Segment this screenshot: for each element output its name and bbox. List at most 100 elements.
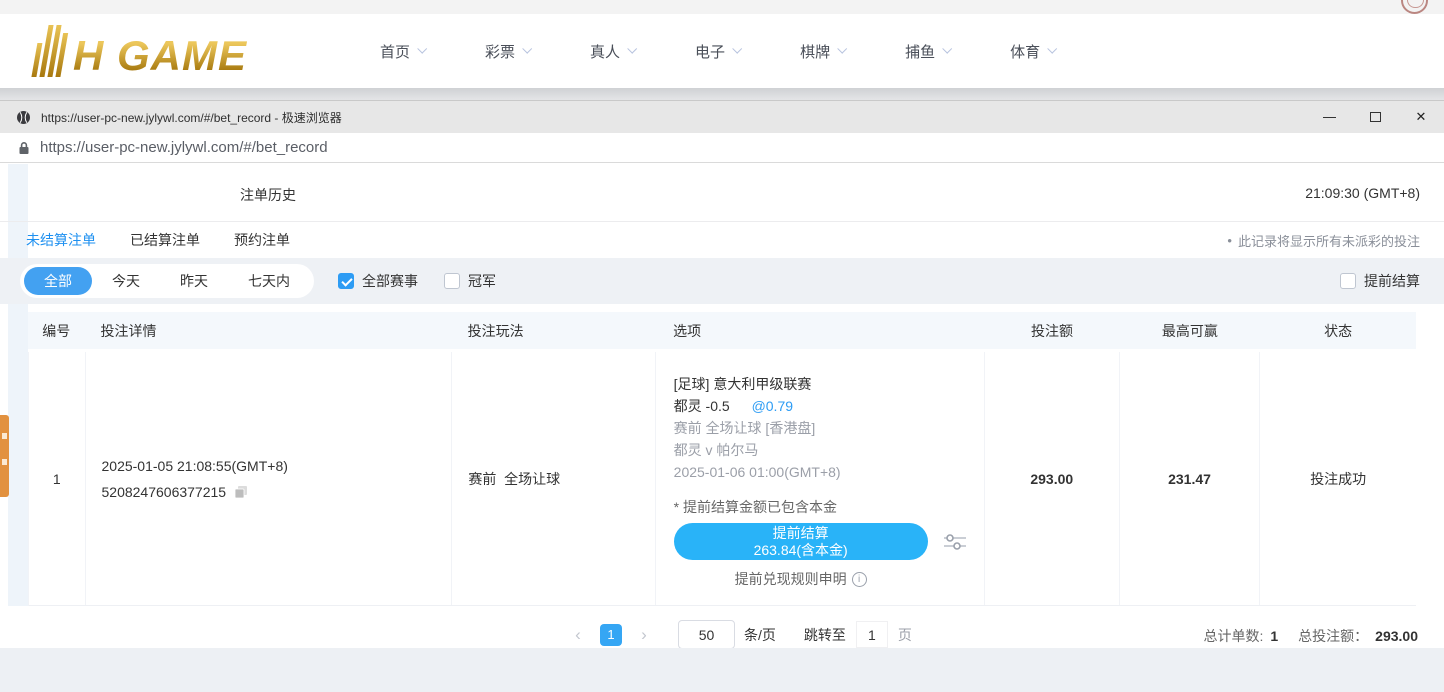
cell-selection: [足球] 意大利甲级联赛 都灵 -0.5 @0.79 赛前 全场让球 [香港盘]… — [656, 352, 985, 605]
total-stake-value: 293.00 — [1375, 628, 1418, 644]
next-page-icon[interactable]: › — [634, 624, 654, 646]
row-id: 1 — [53, 471, 61, 487]
chevron-down-icon — [1047, 43, 1057, 53]
bet-time: 2025-01-05 21:08:55(GMT+8) — [102, 453, 452, 479]
col-header-status: 状态 — [1260, 321, 1416, 341]
checkbox-unchecked-icon — [444, 273, 460, 289]
page-size-unit: 条/页 — [744, 625, 776, 645]
chevron-down-icon — [627, 43, 637, 53]
table-row: 1 2025-01-05 21:08:55(GMT+8) 52082476063… — [28, 352, 1416, 606]
checkbox-label: 提前结算 — [1364, 271, 1420, 291]
window-title: https://user-pc-new.jylywl.com/#/bet_rec… — [41, 109, 342, 126]
checkbox-early-settle[interactable]: 提前结算 — [1340, 271, 1420, 291]
logo-mark-icon — [31, 25, 69, 77]
filter-row: 全部 今天 昨天 七天内 全部赛事 冠军 提前结算 — [0, 258, 1444, 304]
cell-row-id: 1 — [29, 352, 86, 605]
nav-label: 真人 — [590, 41, 620, 62]
cashout-row: 提前结算 263.84(含本金) — [674, 523, 984, 560]
chevron-down-icon — [522, 43, 532, 53]
cashout-note: * 提前结算金额已包含本金 — [674, 496, 984, 518]
page-size-input[interactable] — [678, 620, 735, 649]
bottom-strip — [0, 648, 1444, 692]
sliders-icon[interactable] — [942, 529, 968, 555]
nav-item-fishing[interactable]: 捕鱼 — [875, 31, 980, 71]
close-icon: ✕ — [1416, 109, 1427, 125]
rules-text: 提前兑现规则申明 — [735, 569, 847, 589]
market-text: 赛前 全场让球 [香港盘] — [674, 417, 984, 439]
address-bar[interactable]: https://user-pc-new.jylywl.com/#/bet_rec… — [0, 133, 1444, 163]
page-title: 注单历史 — [240, 185, 296, 205]
cashout-button[interactable]: 提前结算 263.84(含本金) — [674, 523, 928, 560]
checkbox-label: 冠军 — [468, 271, 496, 291]
nav-item-cards[interactable]: 棋牌 — [770, 31, 875, 71]
checkbox-champion[interactable]: 冠军 — [444, 271, 496, 291]
tab-reserved[interactable]: 预约注单 — [234, 230, 290, 250]
logo-text: H GAME — [73, 35, 247, 77]
col-header-playtype: 投注玩法 — [452, 321, 655, 341]
browser-titlebar: https://user-pc-new.jylywl.com/#/bet_rec… — [0, 100, 1444, 133]
nav-item-home[interactable]: 首页 — [350, 31, 455, 71]
site-logo[interactable]: H GAME — [36, 25, 298, 77]
table-header-row: 编号 投注详情 投注玩法 选项 投注额 最高可赢 状态 — [28, 312, 1416, 349]
address-url: https://user-pc-new.jylywl.com/#/bet_rec… — [40, 139, 328, 156]
chevron-down-icon — [837, 43, 847, 53]
nav-label: 首页 — [380, 41, 410, 62]
side-floating-tab[interactable] — [0, 415, 9, 497]
jump-unit-label: 页 — [898, 625, 912, 645]
bet-number-line: 5208247606377215 — [102, 479, 452, 505]
tab-unsettled[interactable]: 未结算注单 — [26, 230, 96, 250]
checkbox-checked-icon — [338, 273, 354, 289]
nav-item-slots[interactable]: 电子 — [665, 31, 770, 71]
jump-page-input[interactable] — [856, 621, 888, 648]
pager: ‹ 1 › 条/页 跳转至 页 — [568, 620, 912, 649]
lock-icon — [18, 141, 30, 155]
nav-label: 棋牌 — [800, 41, 830, 62]
date-filter-today[interactable]: 今天 — [92, 264, 160, 298]
chevron-down-icon — [417, 43, 427, 53]
pick-text: 都灵 -0.5 — [674, 398, 730, 414]
nav-label: 体育 — [1010, 41, 1040, 62]
maximize-button[interactable] — [1352, 101, 1398, 133]
date-filter-group: 全部 今天 昨天 七天内 — [20, 264, 314, 298]
minimize-icon — [1323, 117, 1336, 118]
play-type-text: 赛前 全场让球 — [468, 469, 654, 489]
match-time: 2025-01-06 01:00(GMT+8) — [674, 461, 984, 483]
minimize-button[interactable] — [1306, 101, 1352, 133]
note-text: 此记录将显示所有未派彩的投注 — [1238, 231, 1420, 250]
cell-max-win: 231.47 — [1120, 352, 1261, 605]
maximize-icon — [1370, 112, 1381, 122]
total-count-label: 总计单数: — [1203, 626, 1263, 646]
copy-icon[interactable] — [234, 485, 248, 499]
tab-settled[interactable]: 已结算注单 — [130, 230, 200, 250]
max-win-value: 231.47 — [1168, 471, 1211, 487]
window-controls: ✕ — [1306, 101, 1444, 133]
odds-value[interactable]: @0.79 — [752, 398, 793, 414]
unsettled-note: • 此记录将显示所有未派彩的投注 — [1227, 231, 1420, 250]
stake-value: 293.00 — [1030, 471, 1073, 487]
match-teams: 都灵 v 帕尔马 — [674, 439, 984, 461]
nav-item-lottery[interactable]: 彩票 — [455, 31, 560, 71]
col-header-selection: 选项 — [655, 321, 984, 341]
date-filter-yesterday[interactable]: 昨天 — [160, 264, 228, 298]
nav-label: 彩票 — [485, 41, 515, 62]
cell-play-type: 赛前 全场让球 — [452, 352, 655, 605]
globe-icon — [16, 110, 31, 125]
event-filter-group: 全部赛事 冠军 — [338, 271, 496, 291]
window-seam — [0, 88, 1444, 100]
nav-item-sports[interactable]: 体育 — [980, 31, 1085, 71]
col-header-maxwin: 最高可赢 — [1119, 321, 1260, 341]
checkbox-all-events[interactable]: 全部赛事 — [338, 271, 418, 291]
nav-label: 捕鱼 — [905, 41, 935, 62]
league-name: [足球] 意大利甲级联赛 — [674, 373, 984, 395]
nav-item-live[interactable]: 真人 — [560, 31, 665, 71]
page-number-button[interactable]: 1 — [600, 624, 622, 646]
chevron-down-icon — [732, 43, 742, 53]
prev-page-icon[interactable]: ‹ — [568, 624, 588, 646]
checkbox-label: 全部赛事 — [362, 271, 418, 291]
date-filter-7days[interactable]: 七天内 — [228, 264, 310, 298]
cashout-rules-link[interactable]: 提前兑现规则申明 i — [674, 569, 928, 589]
totals: 总计单数: 1 总投注额： 293.00 — [1203, 626, 1418, 646]
close-button[interactable]: ✕ — [1398, 101, 1444, 133]
date-filter-all[interactable]: 全部 — [24, 267, 92, 295]
status-text: 投注成功 — [1310, 469, 1366, 489]
